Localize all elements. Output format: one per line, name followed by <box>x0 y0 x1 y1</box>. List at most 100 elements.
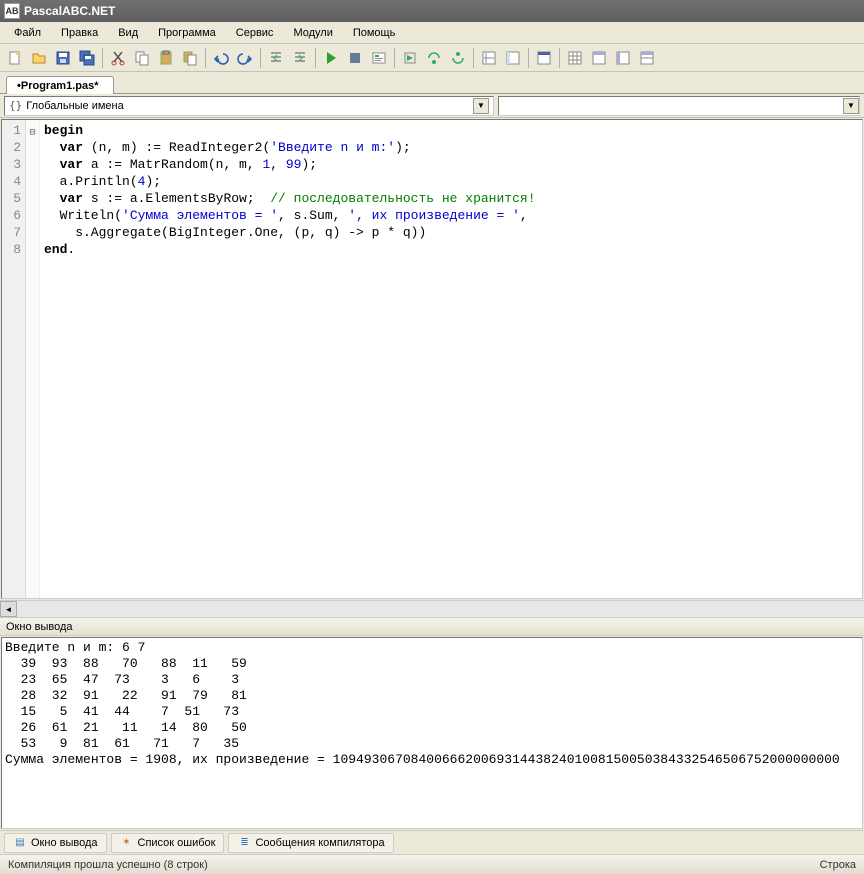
bottom-tab-bar: ▤ Окно вывода ✶ Список ошибок ≣ Сообщения ком… <box>0 830 864 854</box>
out-button[interactable] <box>447 47 469 69</box>
toolbar-separator <box>528 48 529 68</box>
scope-row: {} Глобальные имена ▼ ▼ <box>0 94 864 118</box>
multi-paste-button[interactable] <box>179 47 201 69</box>
open-file-icon <box>31 50 47 66</box>
tab-label: Список ошибок <box>138 837 216 849</box>
window-icon <box>536 50 552 66</box>
toolbar-separator <box>559 48 560 68</box>
tab-label: Окно вывода <box>31 837 98 849</box>
tab-bar: •Program1.pas* <box>0 72 864 94</box>
redo-button[interactable] <box>234 47 256 69</box>
member-dropdown[interactable]: ▼ <box>498 96 860 116</box>
save-all-icon <box>79 50 95 66</box>
menu-файл[interactable]: Файл <box>4 25 51 41</box>
indent-left-button[interactable] <box>265 47 287 69</box>
save-button[interactable] <box>52 47 74 69</box>
undo-icon <box>213 50 229 66</box>
output-panel[interactable]: Введите n и m: 6 7 39 93 88 70 88 11 59 … <box>1 637 863 829</box>
new-file-button[interactable] <box>4 47 26 69</box>
app-title: PascalABC.NET <box>24 4 115 18</box>
copy-button[interactable] <box>131 47 153 69</box>
chevron-down-icon[interactable]: ▼ <box>473 98 489 114</box>
save-icon <box>55 50 71 66</box>
scroll-left-icon[interactable]: ◄ <box>0 601 17 617</box>
undo-button[interactable] <box>210 47 232 69</box>
over-icon <box>426 50 442 66</box>
toggle-b-button[interactable] <box>502 47 524 69</box>
window-button[interactable] <box>533 47 555 69</box>
over-button[interactable] <box>423 47 445 69</box>
chevron-down-icon[interactable]: ▼ <box>843 98 859 114</box>
status-right: Строка <box>820 859 856 871</box>
toggle-a-button[interactable] <box>478 47 500 69</box>
indent-right-icon <box>292 50 308 66</box>
step-icon <box>371 50 387 66</box>
menu-модули[interactable]: Модули <box>283 25 342 41</box>
bottom-tab-сообщения-компилятора[interactable]: ≣ Сообщения компилятора <box>228 833 393 853</box>
scope-marker-icon: {} <box>9 99 22 112</box>
menu-сервис[interactable]: Сервис <box>226 25 284 41</box>
paste-icon <box>158 50 174 66</box>
out-icon <box>450 50 466 66</box>
indent-right-button[interactable] <box>289 47 311 69</box>
code-editor[interactable]: 1 2 3 4 5 6 7 8 ⊟ begin var (n, m) := Re… <box>1 119 863 599</box>
open-file-button[interactable] <box>28 47 50 69</box>
scope-label: Глобальные имена <box>22 100 473 112</box>
toggle-b-icon <box>505 50 521 66</box>
app-icon: AB <box>4 3 20 19</box>
new-file-icon <box>7 50 23 66</box>
toolbar-separator <box>473 48 474 68</box>
output-panel-title: Окно вывода <box>0 617 864 636</box>
status-left: Компиляция прошла успешно (8 строк) <box>8 859 208 871</box>
scope-dropdown[interactable]: {} Глобальные имена ▼ <box>4 96 494 116</box>
run-button[interactable] <box>320 47 342 69</box>
toolbar <box>0 44 864 72</box>
tbl-b-button[interactable] <box>612 47 634 69</box>
menu-bar: ФайлПравкаВидПрограммаСервисМодулиПомощь <box>0 22 864 44</box>
grid-button[interactable] <box>564 47 586 69</box>
menu-правка[interactable]: Правка <box>51 25 108 41</box>
title-bar: AB PascalABC.NET <box>0 0 864 22</box>
menu-вид[interactable]: Вид <box>108 25 148 41</box>
redo-icon <box>237 50 253 66</box>
fold-column[interactable]: ⊟ <box>26 120 40 598</box>
save-all-button[interactable] <box>76 47 98 69</box>
copy-icon <box>134 50 150 66</box>
into-icon <box>402 50 418 66</box>
toolbar-separator <box>315 48 316 68</box>
paste-button[interactable] <box>155 47 177 69</box>
indent-left-icon <box>268 50 284 66</box>
toggle-a-icon <box>481 50 497 66</box>
status-bar: Компиляция прошла успешно (8 строк) Стро… <box>0 854 864 874</box>
code-area[interactable]: begin var (n, m) := ReadInteger2('Введит… <box>40 120 862 598</box>
menu-программа[interactable]: Программа <box>148 25 226 41</box>
toolbar-separator <box>260 48 261 68</box>
into-button[interactable] <box>399 47 421 69</box>
horizontal-scrollbar[interactable]: ◄ <box>0 600 864 617</box>
step-button[interactable] <box>368 47 390 69</box>
cut-icon <box>110 50 126 66</box>
tbl-a-button[interactable] <box>588 47 610 69</box>
tbl-c-icon <box>639 50 655 66</box>
stop-button[interactable] <box>344 47 366 69</box>
tbl-a-icon <box>591 50 607 66</box>
tab-icon: ≣ <box>237 836 251 850</box>
line-gutter: 1 2 3 4 5 6 7 8 <box>2 120 26 598</box>
bottom-tab-окно-вывода[interactable]: ▤ Окно вывода <box>4 833 107 853</box>
toolbar-separator <box>205 48 206 68</box>
toolbar-separator <box>102 48 103 68</box>
bottom-tab-список-ошибок[interactable]: ✶ Список ошибок <box>111 833 225 853</box>
tab-icon: ▤ <box>13 836 27 850</box>
cut-button[interactable] <box>107 47 129 69</box>
tab-label: Сообщения компилятора <box>255 837 384 849</box>
file-tab[interactable]: •Program1.pas* <box>6 76 114 94</box>
tbl-c-button[interactable] <box>636 47 658 69</box>
stop-icon <box>347 50 363 66</box>
run-icon <box>323 50 339 66</box>
tab-icon: ✶ <box>120 836 134 850</box>
grid-icon <box>567 50 583 66</box>
menu-помощь[interactable]: Помощь <box>343 25 406 41</box>
multi-paste-icon <box>182 50 198 66</box>
tbl-b-icon <box>615 50 631 66</box>
toolbar-separator <box>394 48 395 68</box>
